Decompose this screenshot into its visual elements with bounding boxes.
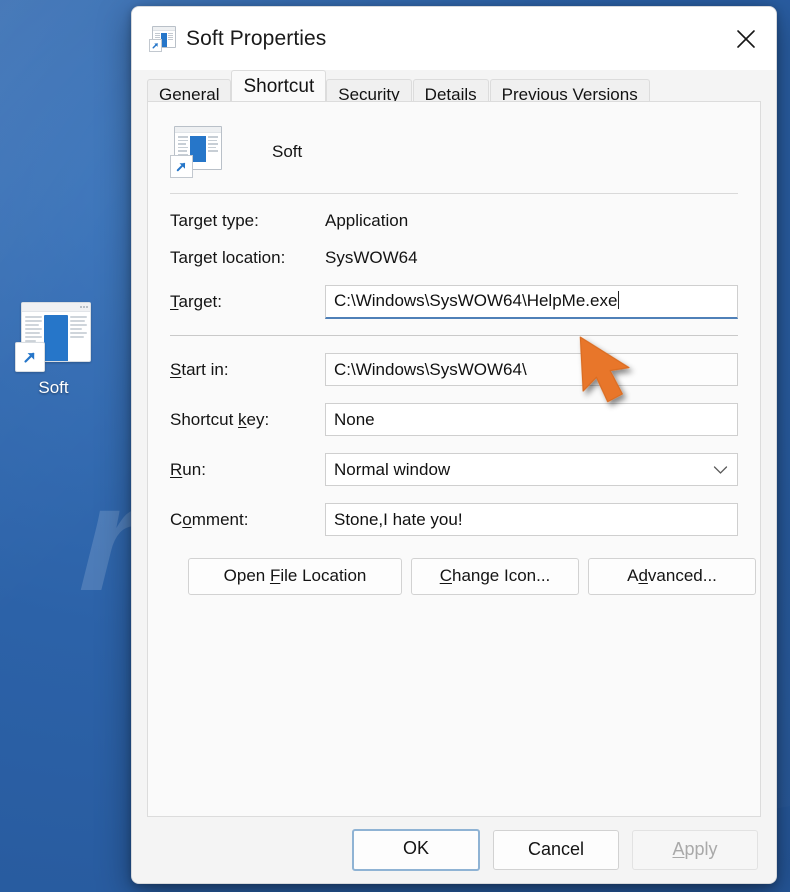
target-type-label: Target type: (170, 211, 259, 230)
advanced-button[interactable]: Advanced... (588, 558, 756, 595)
tab-general[interactable]: General (147, 79, 232, 104)
desktop-icon-label: Soft (38, 378, 69, 397)
comment-label: Comment: (170, 509, 249, 529)
run-row: Run: Normal window (170, 453, 738, 486)
run-select-value: Normal window (334, 460, 451, 479)
target-input-value: C:\Windows\SysWOW64\HelpMe.exe (334, 291, 618, 310)
run-label: Run: (170, 459, 206, 479)
target-location-label: Target location: (170, 248, 286, 267)
shortcut-key-input[interactable]: None (325, 403, 738, 436)
tab-security[interactable]: Security (326, 79, 412, 104)
ok-button[interactable]: OK (352, 829, 480, 871)
target-input[interactable]: C:\Windows\SysWOW64\HelpMe.exe (325, 285, 738, 319)
target-type-value: Application (325, 211, 409, 230)
shortcut-action-buttons: Open File Location Change Icon... Advanc… (170, 558, 756, 595)
tab-details[interactable]: Details (412, 79, 489, 104)
tabstrip: General Shortcut Security Details Previo… (132, 70, 776, 104)
soft-properties-dialog: Soft Properties General Shortcut Securit… (131, 6, 777, 884)
target-separator (170, 335, 738, 336)
start-in-input[interactable]: C:\Windows\SysWOW64\ (325, 353, 738, 386)
apply-button[interactable]: Apply (632, 830, 758, 870)
titlebar-shortcut-arrow-badge-icon (149, 38, 162, 52)
target-location-row: Target location: SysWOW64 (170, 248, 738, 268)
shortcut-header-row: Soft (170, 122, 738, 182)
dialog-footer: OK Cancel Apply (132, 817, 776, 883)
run-select[interactable]: Normal window (325, 453, 738, 486)
shortcut-arrow-badge-large-icon (170, 155, 193, 178)
shortcut-app-name: Soft (272, 142, 303, 161)
close-button[interactable] (716, 7, 776, 70)
titlebar-shortcut-icon (149, 25, 176, 52)
text-caret (618, 291, 620, 309)
header-separator (170, 193, 738, 194)
shortcut-large-icon (170, 126, 222, 178)
dialog-titlebar: Soft Properties (132, 7, 776, 70)
cancel-button[interactable]: Cancel (493, 830, 619, 870)
dialog-title: Soft Properties (186, 26, 327, 50)
open-file-location-button[interactable]: Open File Location (188, 558, 402, 595)
target-type-row: Target type: Application (170, 211, 738, 231)
chevron-down-icon (711, 465, 729, 475)
target-row: Target: C:\Windows\SysWOW64\HelpMe.exe (170, 285, 738, 319)
shortcut-tab-panel: Soft Target type: Application Target loc… (147, 101, 761, 817)
shortcut-arrow-badge-icon (14, 342, 45, 372)
tab-shortcut[interactable]: Shortcut (231, 70, 327, 101)
comment-row: Comment: Stone,I hate you! (170, 503, 738, 536)
start-in-row: Start in: C:\Windows\SysWOW64\ (170, 353, 738, 386)
shortcut-key-label: Shortcut key: (170, 409, 270, 429)
desktop-shortcut-soft[interactable]: Soft (6, 300, 101, 398)
close-icon (737, 29, 755, 48)
shortcut-key-row: Shortcut key: None (170, 403, 738, 436)
target-label: Target: (170, 292, 222, 311)
comment-input[interactable]: Stone,I hate you! (325, 503, 738, 536)
change-icon-button[interactable]: Change Icon... (411, 558, 579, 595)
tab-previous-versions[interactable]: Previous Versions (489, 79, 650, 104)
target-location-value: SysWOW64 (325, 248, 418, 267)
shortcut-app-icon (14, 300, 93, 372)
start-in-label: Start in: (170, 359, 229, 379)
